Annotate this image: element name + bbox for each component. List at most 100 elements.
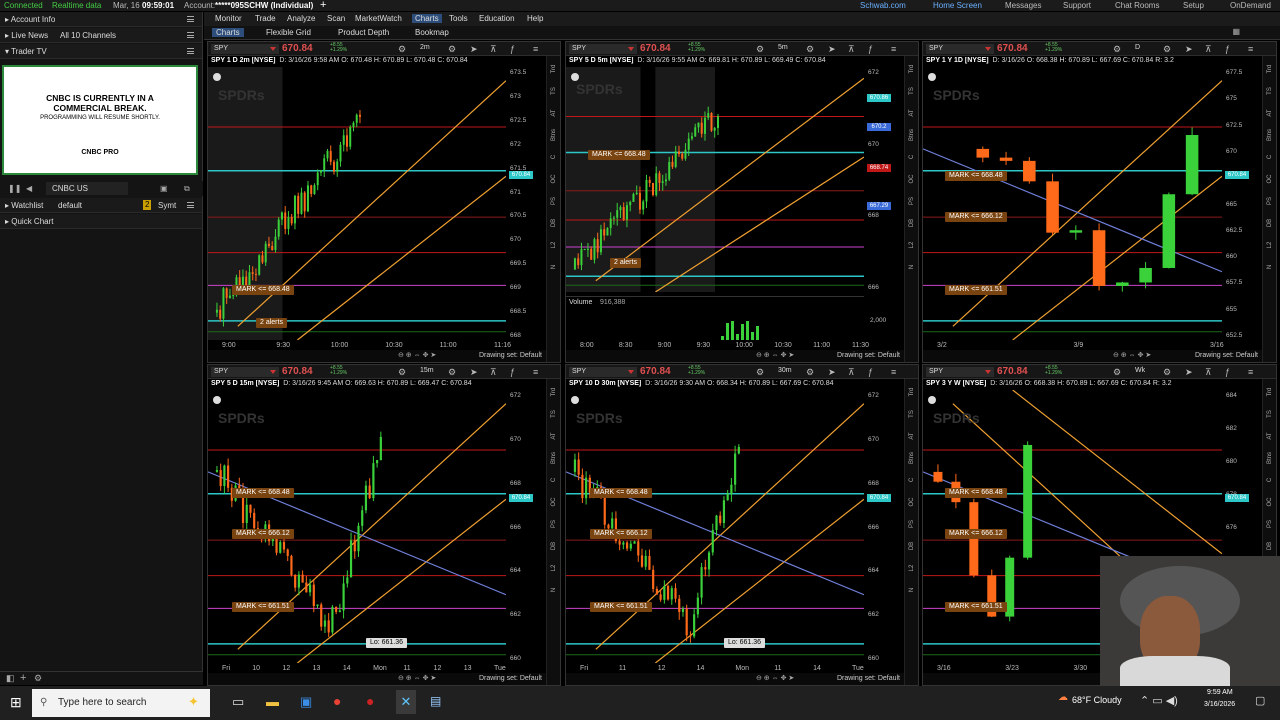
side-tab-c[interactable]: C xyxy=(909,474,915,486)
side-tab-oc[interactable]: OC xyxy=(909,173,915,185)
time-axis[interactable]: 9:00 9:30 10:00 10:30 11:00 11:16 xyxy=(208,342,511,352)
add-gadget-icon[interactable]: + xyxy=(20,672,26,684)
side-tab-ps[interactable]: PS xyxy=(909,195,915,207)
candle[interactable] xyxy=(663,585,666,600)
candle[interactable] xyxy=(648,179,651,184)
candle[interactable] xyxy=(279,542,282,553)
trader-tv-row[interactable]: ▾ Trader TV xyxy=(0,44,202,59)
candle[interactable] xyxy=(685,608,688,636)
candle[interactable] xyxy=(586,248,589,250)
symbol-input[interactable]: SPY xyxy=(926,367,994,377)
settings-icon[interactable]: ⚙ xyxy=(448,367,456,378)
menu-icon[interactable]: ≡ xyxy=(891,367,896,377)
side-tab-ts[interactable]: TS xyxy=(909,85,915,97)
channel-select[interactable]: CNBC US xyxy=(46,182,128,195)
mark-order-label[interactable]: MARK <= 666.12 xyxy=(232,528,294,539)
candle[interactable] xyxy=(976,148,990,158)
side-tab-at[interactable]: AT xyxy=(551,107,557,119)
candle[interactable] xyxy=(293,195,296,224)
zoom-controls[interactable]: ⊖ ⊕ ⇔ ✥ ➤ xyxy=(398,351,436,359)
zoom-controls[interactable]: ⊖ ⊕ ⇔ ✥ ➤ xyxy=(756,674,794,682)
side-tab-ps[interactable]: PS xyxy=(551,195,557,207)
candle[interactable] xyxy=(379,436,382,461)
menu-education[interactable]: Education xyxy=(476,14,518,23)
side-tab-ts[interactable]: TS xyxy=(1267,85,1273,97)
menu-tools[interactable]: Tools xyxy=(446,14,471,23)
candle[interactable] xyxy=(313,185,316,194)
symbol-input[interactable]: SPY xyxy=(926,44,994,54)
candle[interactable] xyxy=(681,608,685,612)
candle[interactable] xyxy=(290,217,293,224)
candle[interactable] xyxy=(652,569,655,589)
candle[interactable] xyxy=(251,272,254,274)
price-plot[interactable]: SPDRs xyxy=(208,67,506,340)
candle[interactable] xyxy=(253,512,256,529)
candle[interactable] xyxy=(700,122,703,134)
zoom-controls[interactable]: ⊖ ⊕ ⇔ ✥ ➤ xyxy=(756,351,794,359)
cursor-icon[interactable]: ➤ xyxy=(828,44,836,55)
tab-charts[interactable]: Charts xyxy=(212,28,244,37)
candle[interactable] xyxy=(577,258,580,266)
candle[interactable] xyxy=(678,598,681,612)
candle[interactable] xyxy=(737,446,740,454)
candle[interactable] xyxy=(332,161,335,172)
candle[interactable] xyxy=(346,577,349,584)
drawing-icon[interactable]: ⊼ xyxy=(1205,367,1212,378)
side-tab-at[interactable]: AT xyxy=(909,107,915,119)
candle[interactable] xyxy=(625,542,629,549)
side-tab-n[interactable]: N xyxy=(909,584,915,596)
side-tab-trd[interactable]: Trd xyxy=(909,63,915,75)
side-tab-l2[interactable]: L2 xyxy=(909,239,915,251)
candle[interactable] xyxy=(361,510,364,526)
side-tab-l2[interactable]: L2 xyxy=(909,562,915,574)
candle[interactable] xyxy=(722,500,726,523)
chart-panel[interactable]: SPY 670.84 +8.55 +1.29% ⚙ 15m ⚙ ➤ ⊼ ƒ ≡ S… xyxy=(207,364,561,686)
trendline[interactable] xyxy=(923,148,1222,273)
collapse-panel-icon[interactable]: ◧ xyxy=(6,673,15,684)
candle[interactable] xyxy=(227,465,230,488)
candle[interactable] xyxy=(730,484,733,494)
volume-pane[interactable]: Volume 916,388 2,000 xyxy=(566,296,886,342)
candle[interactable] xyxy=(306,185,309,212)
candle[interactable] xyxy=(611,518,614,529)
candle[interactable] xyxy=(696,597,699,615)
side-tab-n[interactable]: N xyxy=(551,584,557,596)
candle[interactable] xyxy=(726,493,729,501)
cursor-icon[interactable]: ➤ xyxy=(1185,44,1193,55)
chart-panel[interactable]: SPY 670.84 +8.55 +1.29% ⚙ 5m ⚙ ➤ ⊼ ƒ ≡ SP… xyxy=(565,41,919,363)
candle[interactable] xyxy=(596,239,599,253)
side-tab-db[interactable]: DB xyxy=(1267,540,1273,552)
candle[interactable] xyxy=(694,127,697,137)
candle[interactable] xyxy=(633,541,636,544)
side-tab-btns[interactable]: Btns xyxy=(909,452,915,464)
candle[interactable] xyxy=(301,574,304,583)
gear-icon[interactable]: ⚙ xyxy=(398,44,406,55)
thinkorswim-icon[interactable]: ✕ xyxy=(396,690,416,714)
gear-icon[interactable]: ⚙ xyxy=(1113,367,1121,378)
side-tab-ps[interactable]: PS xyxy=(1267,195,1273,207)
watchlist-row[interactable]: ▸ Watchlist default 2 Symt xyxy=(0,198,202,213)
side-tab-n[interactable]: N xyxy=(1267,261,1273,273)
candle[interactable] xyxy=(287,217,290,229)
cursor-icon[interactable]: ➤ xyxy=(470,44,478,55)
mark-order-label[interactable]: MARK <= 661.51 xyxy=(945,285,1007,296)
grid-layout-icon[interactable]: ▦ xyxy=(1232,27,1240,36)
candle[interactable] xyxy=(342,583,345,611)
timeframe-select[interactable]: D xyxy=(1135,44,1140,51)
candle[interactable] xyxy=(277,219,280,237)
menu-icon[interactable] xyxy=(187,202,194,208)
candle[interactable] xyxy=(282,542,286,550)
drawing-set-label[interactable]: Drawing set: Default xyxy=(837,675,900,682)
side-tab-db[interactable]: DB xyxy=(1267,217,1273,229)
candle[interactable] xyxy=(603,493,606,525)
menu-icon[interactable]: ≡ xyxy=(533,44,538,54)
candle[interactable] xyxy=(327,620,330,633)
side-tab-trd[interactable]: Trd xyxy=(1267,63,1273,75)
candle[interactable] xyxy=(707,552,711,570)
add-icon[interactable]: + xyxy=(320,0,326,11)
price-plot[interactable]: SPDRs xyxy=(566,390,864,663)
time-axis[interactable]: 3/2 3/9 3/16 xyxy=(923,342,1224,352)
quick-chart-row[interactable]: ▸ Quick Chart xyxy=(0,214,202,229)
side-tab-c[interactable]: C xyxy=(1267,151,1273,163)
candle[interactable] xyxy=(599,229,602,253)
